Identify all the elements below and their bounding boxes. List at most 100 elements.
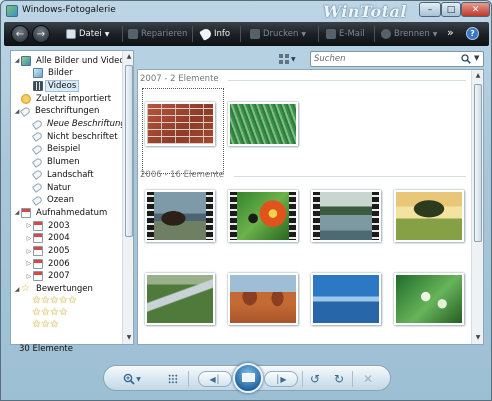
expander-icon[interactable]: ▷ bbox=[25, 273, 33, 280]
status-bar: 30 Elemente bbox=[10, 344, 136, 356]
rating-filter-5-stars[interactable]: ★★★★★ bbox=[32, 295, 77, 306]
scroll-up-icon[interactable]: ▲ bbox=[473, 71, 483, 81]
sidebar-item-label: Blumen bbox=[47, 157, 80, 168]
disc-icon bbox=[381, 29, 391, 39]
navigation-scrollbar[interactable]: ▲ ▼ bbox=[122, 51, 133, 344]
expander-icon[interactable]: ▷ bbox=[25, 222, 33, 229]
email-button[interactable]: E-Mail bbox=[326, 27, 365, 41]
forward-button[interactable]: → bbox=[32, 25, 50, 43]
rating-filter-4-stars[interactable]: ★★★★ bbox=[32, 307, 68, 318]
sidebar-item[interactable]: Videos bbox=[25, 79, 80, 92]
delete-button[interactable]: ✕ bbox=[361, 372, 375, 386]
sidebar-item[interactable]: ▷ 2005 bbox=[25, 245, 72, 258]
film-strip-icon bbox=[230, 192, 237, 240]
sidebar-item[interactable]: Bilder bbox=[25, 67, 75, 80]
chevron-down-icon: ▼ bbox=[136, 375, 141, 383]
email-icon bbox=[326, 29, 336, 39]
search-box[interactable]: ▼ bbox=[310, 51, 484, 67]
actual-size-button[interactable] bbox=[166, 372, 180, 386]
search-options-chevron-icon[interactable]: ▼ bbox=[474, 54, 479, 62]
help-button[interactable]: ? bbox=[466, 26, 479, 40]
photo-thumbnail[interactable] bbox=[145, 273, 215, 325]
navigation-scroll-thumb[interactable] bbox=[125, 65, 133, 237]
previous-button[interactable]: ◀│ bbox=[198, 371, 232, 387]
video-thumbnail[interactable] bbox=[228, 190, 298, 242]
photo-thumbnail[interactable] bbox=[228, 102, 298, 146]
expander-icon[interactable]: ▷ bbox=[25, 235, 33, 242]
sidebar-item[interactable]: ◢ ☆ Bewertungen bbox=[13, 283, 95, 296]
sidebar-item-label: Bilder bbox=[48, 68, 73, 79]
sidebar-item[interactable]: Blumen bbox=[25, 156, 81, 169]
back-button[interactable]: ← bbox=[11, 25, 29, 43]
slideshow-button[interactable] bbox=[233, 363, 263, 393]
title-bar[interactable]: Windows-Fotogalerie WinTotal – □ ✕ bbox=[1, 1, 491, 21]
search-input[interactable] bbox=[314, 53, 454, 65]
repair-label: Reparieren bbox=[141, 29, 188, 39]
rotate-left-button[interactable]: ↺ bbox=[308, 372, 322, 386]
file-menu[interactable]: Datei ▼ bbox=[66, 27, 109, 41]
photo-thumbnail[interactable] bbox=[311, 273, 381, 325]
tag-icon bbox=[19, 105, 32, 117]
print-label: Drucken bbox=[263, 29, 299, 39]
sidebar-item-label: 2007 bbox=[48, 271, 70, 282]
photo-thumbnail[interactable] bbox=[394, 190, 464, 242]
close-button[interactable]: ✕ bbox=[461, 2, 490, 17]
actual-size-icon bbox=[168, 374, 178, 384]
info-button[interactable]: Info bbox=[199, 27, 230, 41]
expander-icon[interactable]: ◢ bbox=[13, 286, 21, 293]
sidebar-item[interactable]: ◢ Beschriftungen bbox=[13, 105, 101, 118]
info-tag-icon bbox=[199, 27, 213, 41]
photo-thumbnail[interactable] bbox=[228, 273, 298, 325]
photo-thumbnail[interactable] bbox=[394, 273, 464, 325]
next-button[interactable]: │▶ bbox=[264, 371, 298, 387]
minimize-button[interactable]: – bbox=[419, 2, 441, 17]
sidebar-item[interactable]: Landschaft bbox=[25, 168, 96, 181]
group-divider bbox=[228, 80, 466, 81]
maximize-button[interactable]: □ bbox=[441, 2, 461, 17]
email-label: E-Mail bbox=[339, 29, 365, 39]
sidebar-item[interactable]: Nicht beschriftet bbox=[25, 130, 120, 143]
thumbnail-view-button[interactable]: ▼ bbox=[279, 52, 303, 66]
scroll-down-icon[interactable]: ▼ bbox=[124, 333, 133, 343]
sidebar-item[interactable]: ▷ 2004 bbox=[25, 232, 72, 245]
sidebar-item[interactable]: Zuletzt importiert bbox=[13, 92, 113, 105]
group-header[interactable]: 2006 - 16 Elemente bbox=[140, 170, 224, 180]
sidebar-item[interactable]: ◢ Aufnahmedatum bbox=[13, 206, 109, 219]
expander-icon[interactable]: ▷ bbox=[25, 248, 33, 255]
repair-button[interactable]: Reparieren bbox=[128, 27, 187, 41]
sidebar-item[interactable]: Neue Beschriftung e bbox=[25, 118, 134, 131]
sidebar-item[interactable]: ▷ 2003 bbox=[25, 219, 72, 232]
sidebar-item[interactable]: ◢ Alle Bilder und Videos bbox=[13, 54, 131, 67]
video-thumbnail[interactable] bbox=[311, 190, 381, 242]
zoom-button[interactable]: ▼ bbox=[120, 372, 144, 386]
photo-thumbnail[interactable] bbox=[145, 102, 215, 146]
sidebar-item-label: Zuletzt importiert bbox=[36, 93, 112, 104]
expander-icon[interactable]: ▷ bbox=[25, 260, 33, 267]
playbar-divider bbox=[188, 371, 189, 387]
sidebar-item[interactable]: ▷ 2007 bbox=[25, 270, 72, 283]
sidebar-item-label: Neue Beschriftung e bbox=[47, 119, 134, 129]
rating-filter-3-stars[interactable]: ★★★ bbox=[32, 319, 59, 330]
burn-menu[interactable]: Brennen ▼ bbox=[381, 27, 437, 41]
video-thumbnail[interactable] bbox=[145, 190, 215, 242]
more-commands-button[interactable]: » bbox=[447, 25, 454, 39]
sidebar-item[interactable]: Ozean bbox=[25, 194, 76, 207]
expander-icon[interactable]: ◢ bbox=[13, 57, 21, 64]
thumbnail-scrollbar[interactable]: ▲ ▼ bbox=[471, 70, 483, 344]
sidebar-item[interactable]: Beispiel bbox=[25, 143, 82, 156]
help-icon: ? bbox=[466, 26, 479, 40]
playbar-divider bbox=[352, 371, 353, 387]
playbar-divider bbox=[302, 371, 303, 387]
tag-icon bbox=[31, 194, 44, 206]
scroll-down-icon[interactable]: ▼ bbox=[473, 333, 483, 343]
thumbnail-scroll-thumb[interactable] bbox=[474, 84, 482, 242]
rotate-right-button[interactable]: ↻ bbox=[332, 372, 346, 386]
expander-icon[interactable]: ◢ bbox=[13, 209, 21, 216]
group-header[interactable]: 2007 - 2 Elemente bbox=[140, 74, 219, 84]
playback-controls: ▼ ◀│ │▶ ↺ ↻ ✕ bbox=[103, 363, 391, 393]
scroll-up-icon[interactable]: ▲ bbox=[124, 52, 133, 62]
search-icon[interactable] bbox=[461, 54, 471, 64]
print-menu[interactable]: Drucken ▼ bbox=[250, 27, 306, 41]
sidebar-item[interactable]: Natur bbox=[25, 181, 73, 194]
sidebar-item[interactable]: ▷ 2006 bbox=[25, 257, 72, 270]
